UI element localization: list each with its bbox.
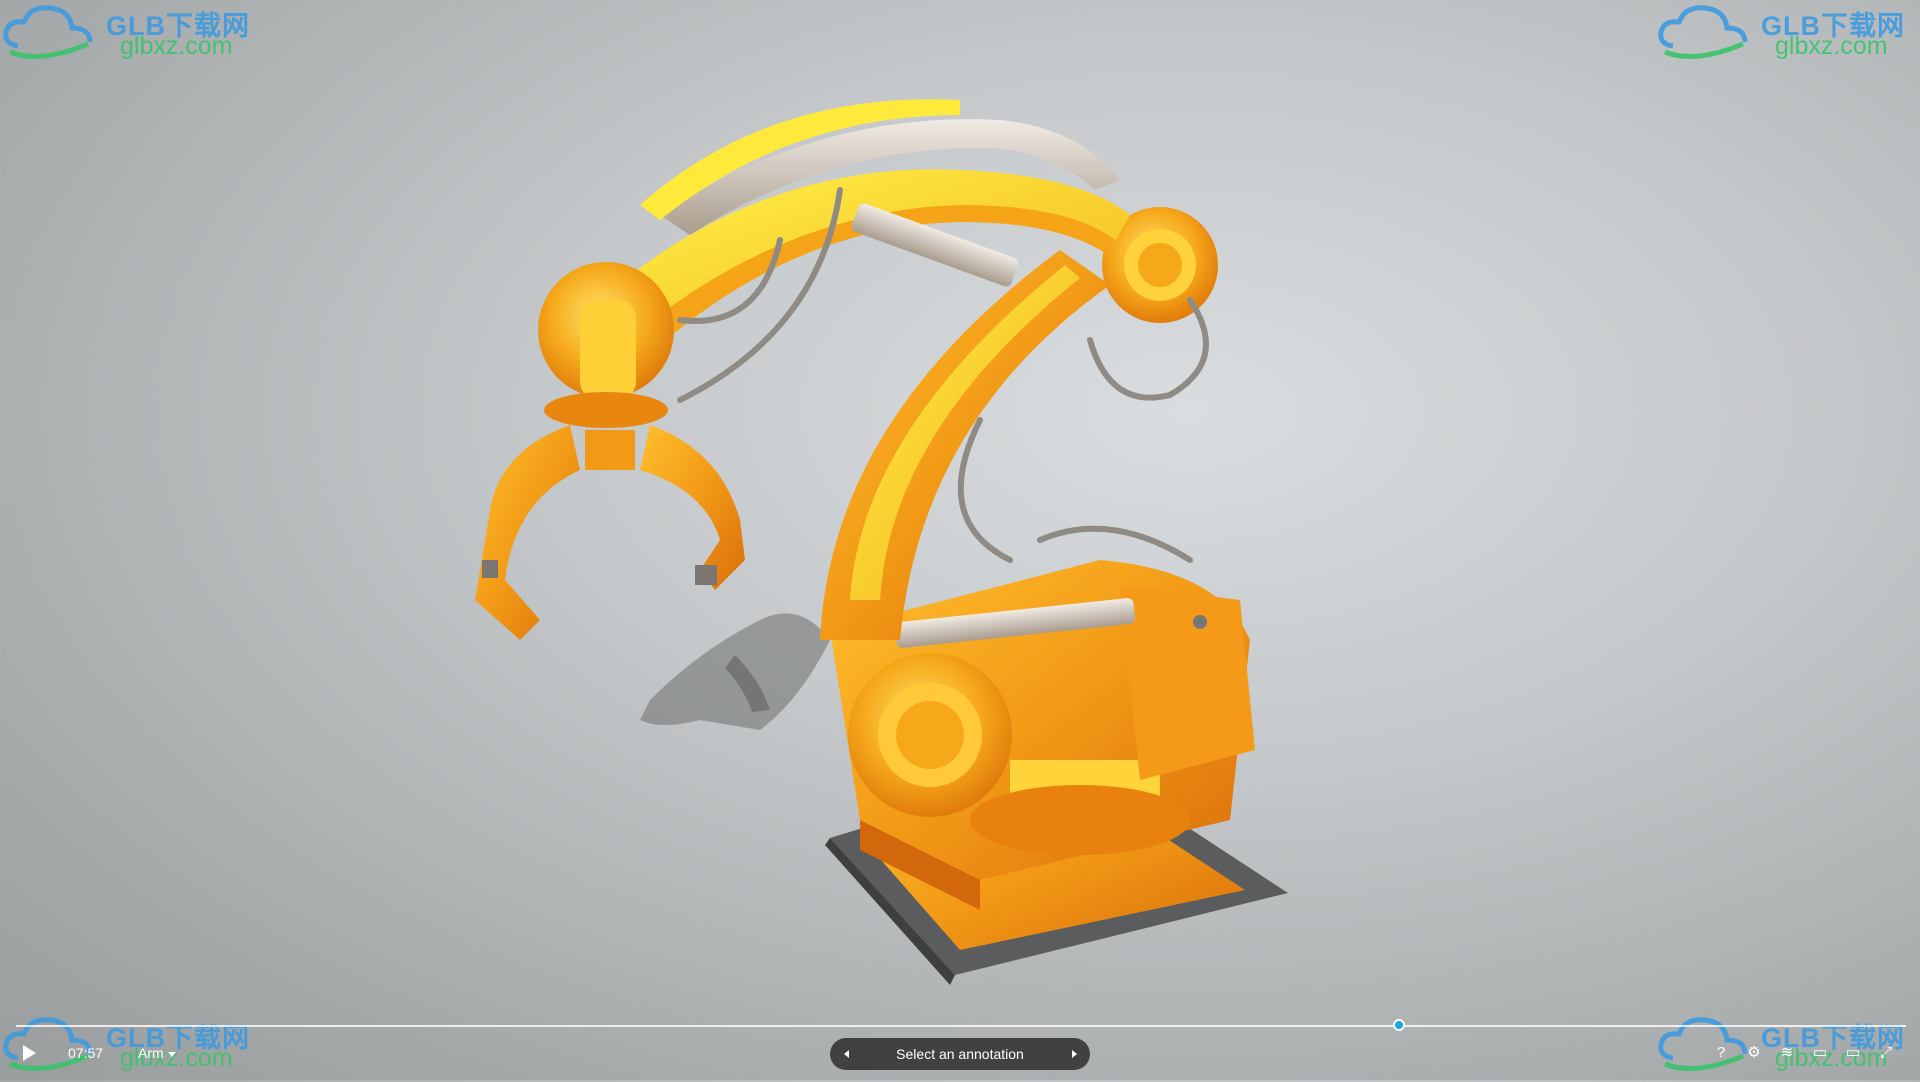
animation-select[interactable]: Arm	[138, 1045, 176, 1061]
next-annotation-button[interactable]	[1058, 1038, 1090, 1070]
animation-time: 07:57	[68, 1045, 104, 1061]
viewer-toolbar: ? ⚙ ≋ ▭ ▭ ⤢	[1700, 1042, 1900, 1064]
watermark-top-left: GLB下载网 glbxz.com	[0, 0, 270, 70]
annotation-select[interactable]: Select an annotation	[862, 1046, 1058, 1062]
robot-arm-model[interactable]	[0, 0, 1920, 1010]
cloud-logo-icon	[1658, 5, 1748, 59]
gripper	[475, 425, 745, 640]
timeline-scrubber[interactable]	[1393, 1019, 1406, 1031]
watermark-domain: glbxz.com	[1775, 32, 1888, 60]
theater-mode-icon[interactable]: ▭	[1842, 1042, 1864, 1064]
help-icon[interactable]: ?	[1710, 1042, 1732, 1064]
previous-annotation-button[interactable]	[830, 1038, 862, 1070]
animation-select-label: Arm	[138, 1045, 164, 1061]
annotation-navigator: Select an annotation	[830, 1038, 1090, 1070]
watermark-top-right: GLB下载网 glbxz.com	[1655, 0, 1920, 70]
settings-icon[interactable]: ⚙	[1743, 1042, 1765, 1064]
fullscreen-icon[interactable]: ⤢	[1875, 1042, 1897, 1064]
animation-timeline[interactable]	[16, 1025, 1906, 1027]
cloud-logo-icon	[3, 5, 93, 59]
vr-icon[interactable]: ▭	[1809, 1042, 1831, 1064]
watermark-domain: glbxz.com	[120, 1044, 233, 1072]
layers-icon[interactable]: ≋	[1776, 1042, 1798, 1064]
watermark-domain: glbxz.com	[120, 32, 233, 60]
3d-viewer[interactable]: GLB下载网 glbxz.com GLB下载网 glbxz.com GLB下载网…	[0, 0, 1920, 1080]
watermark-bottom-left: GLB下载网 glbxz.com	[0, 1012, 270, 1082]
chevron-down-icon	[167, 1051, 176, 1057]
play-icon[interactable]	[20, 1043, 38, 1063]
